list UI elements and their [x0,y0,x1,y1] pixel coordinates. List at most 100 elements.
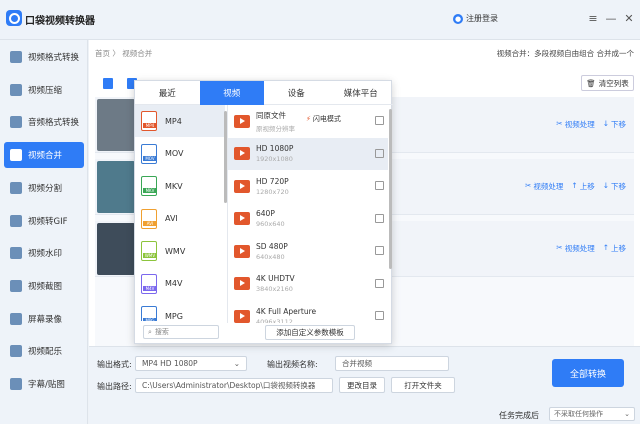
edit-icon[interactable] [375,116,384,125]
file-format-icon: MOV [141,143,157,164]
add-custom-template-button[interactable]: 添加自定义参数模板 [265,325,355,340]
minimize-icon[interactable]: — [604,12,618,25]
resolution-name: HD 1080P [256,144,294,153]
sidebar-item[interactable]: 音频格式转换 [4,109,84,135]
sidebar-item[interactable]: 视频合并 [4,142,84,169]
move-down-button[interactable]: ↓ 下移 [603,181,626,192]
arrow-up-icon: ↑ [602,243,609,252]
sidebar-item[interactable]: 视频格式转换 [4,44,84,70]
sidebar-item[interactable]: 屏幕录像 [4,306,84,332]
move-down-button-label: 下移 [611,182,626,191]
task-select[interactable]: 不采取任何操作 ⌄ [549,407,635,421]
clear-list-button[interactable]: 🗑 清空列表 [581,75,634,91]
resolution-scrollbar[interactable] [389,109,392,269]
format-item[interactable]: WMV WMV [135,235,225,267]
open-folder-button[interactable]: 打开文件夹 [391,377,455,393]
app-window: 口袋视频转换器 ● 注册登录 ≡ — ✕ 视频格式转换 视频压缩 音频格式转换 视频合… [0,0,640,424]
format-tag: MKV [143,188,157,193]
process-button-label: 视频处理 [564,244,595,253]
edit-icon[interactable] [375,148,384,158]
format-label: M4V [165,279,183,288]
resolution-item[interactable]: 4K Full Aperture 4096x3112 [228,300,388,323]
edit-icon[interactable] [375,278,384,288]
resolution-item[interactable]: 640P 960x640 [228,203,388,235]
sidebar-item[interactable]: 视频分割 [4,175,84,201]
menu-icon[interactable]: ≡ [586,12,600,25]
resolution-text: HD 1080P 1920x1080 [256,144,293,163]
name-label: 输出视频名称: [267,360,318,369]
move-down-button[interactable]: ↓ 下移 [603,119,626,130]
name-input[interactable]: 合并视频 [335,356,449,371]
edit-icon[interactable] [375,311,384,320]
add-file-icon[interactable] [103,78,113,89]
format-item[interactable]: MOV MOV [135,138,225,170]
sidebar-item[interactable]: 视频水印 [4,240,84,266]
resolution-item[interactable]: 4K UHDTV 3840x2160 [228,268,388,300]
title-bar: 口袋视频转换器 ● 注册登录 ≡ — ✕ [0,0,640,40]
format-item[interactable]: MKV MKV [135,170,225,202]
login-label: 注册登录 [466,14,498,23]
format-item[interactable]: M4V M4V [135,268,225,300]
name-value: 合并视频 [342,359,372,368]
flash-mode-toggle[interactable]: ⚡ 闪电模式 [306,114,341,124]
video-file-icon [234,114,250,128]
resolution-name: 4K Full Aperture [256,306,317,316]
trash-icon: 🗑 [586,78,596,88]
format-list: MP4 MP4 MOV MOV MKV MKV AVI AVI WMV WMV M4V M4V MPG M… [135,105,227,321]
sidebar-item-label: 视频分割 [28,183,63,194]
format-tag: WMV [143,253,157,258]
video-file-icon [234,309,250,323]
video-thumbnail [97,161,135,213]
file-format-icon: AVI [141,208,157,229]
process-button[interactable]: ✂ 视频处理 [556,243,594,254]
resolution-item[interactable]: SD 480P 640x480 [228,235,388,267]
resolution-name: SD 480P [256,241,288,251]
search-icon: ⌕ [148,327,152,336]
sidebar-item[interactable]: 视频转GIF [4,208,84,234]
resolution-size: 960x640 [256,220,285,228]
process-button[interactable]: ✂ 视频处理 [525,181,563,192]
close-icon[interactable]: ✕ [622,12,636,25]
merge-icon [10,149,22,162]
path-value: C:\Users\Administrator\Desktop\口袋视频转换器 [142,381,316,390]
change-dir-button[interactable]: 更改目录 [339,377,385,393]
edit-icon[interactable] [375,181,384,190]
chevron-down-icon: ⌄ [624,410,630,418]
edit-icon[interactable] [375,213,384,223]
resolution-name: 同原文件 [256,110,286,120]
popup-tab[interactable]: 媒体平台 [329,81,394,105]
resolution-item[interactable]: HD 1080P 1920x1080 [228,137,388,170]
popup-tab[interactable]: 视频 [199,81,264,105]
process-button[interactable]: ✂ 视频处理 [556,119,594,130]
sidebar-item-label: 音频格式转换 [28,118,80,129]
convert-all-button[interactable]: 全部转换 [552,359,624,387]
login-button[interactable]: ● 注册登录 [453,13,498,24]
sidebar-item[interactable]: 字幕/贴图 [4,371,84,397]
resolution-text: 同原文件 原视频分辨率 [256,110,295,133]
format-item[interactable]: MPG MPG [135,300,225,321]
search-placeholder: 搜索 [154,328,169,336]
task-value: 不采取任何操作 [554,410,603,418]
move-up-button[interactable]: ↑ 上移 [571,181,594,192]
row-actions: ✂ 视频处理 ↓ 下移 [556,119,626,130]
path-input[interactable]: C:\Users\Administrator\Desktop\口袋视频转换器 [135,378,333,393]
arrow-down-icon: ↓ [602,181,609,190]
sidebar-item-label: 视频水印 [28,249,63,260]
resolution-item[interactable]: HD 720P 1280x720 [228,170,388,202]
edit-icon[interactable] [375,246,384,255]
lightning-icon: ⚡ [306,115,311,123]
popup-tab[interactable]: 最近 [135,81,200,105]
scissors-icon: ✂ [556,243,563,252]
format-item[interactable]: MP4 MP4 [135,105,225,137]
move-up-button[interactable]: ↑ 上移 [603,243,626,254]
sidebar-item[interactable]: 视频截图 [4,273,84,299]
resolution-name: 4K UHDTV [256,274,295,283]
format-item[interactable]: AVI AVI [135,203,225,235]
format-select[interactable]: MP4 HD 1080P ⌄ [135,356,247,371]
format-search-input[interactable]: ⌕ 搜索 [143,325,219,339]
sidebar-item[interactable]: 视频配乐 [4,338,84,364]
popup-tab[interactable]: 设备 [264,81,329,105]
file-format-icon: M4V [141,273,157,294]
resolution-item[interactable]: 同原文件 原视频分辨率 ⚡ 闪电模式 [228,105,388,137]
sidebar-item[interactable]: 视频压缩 [4,77,84,103]
